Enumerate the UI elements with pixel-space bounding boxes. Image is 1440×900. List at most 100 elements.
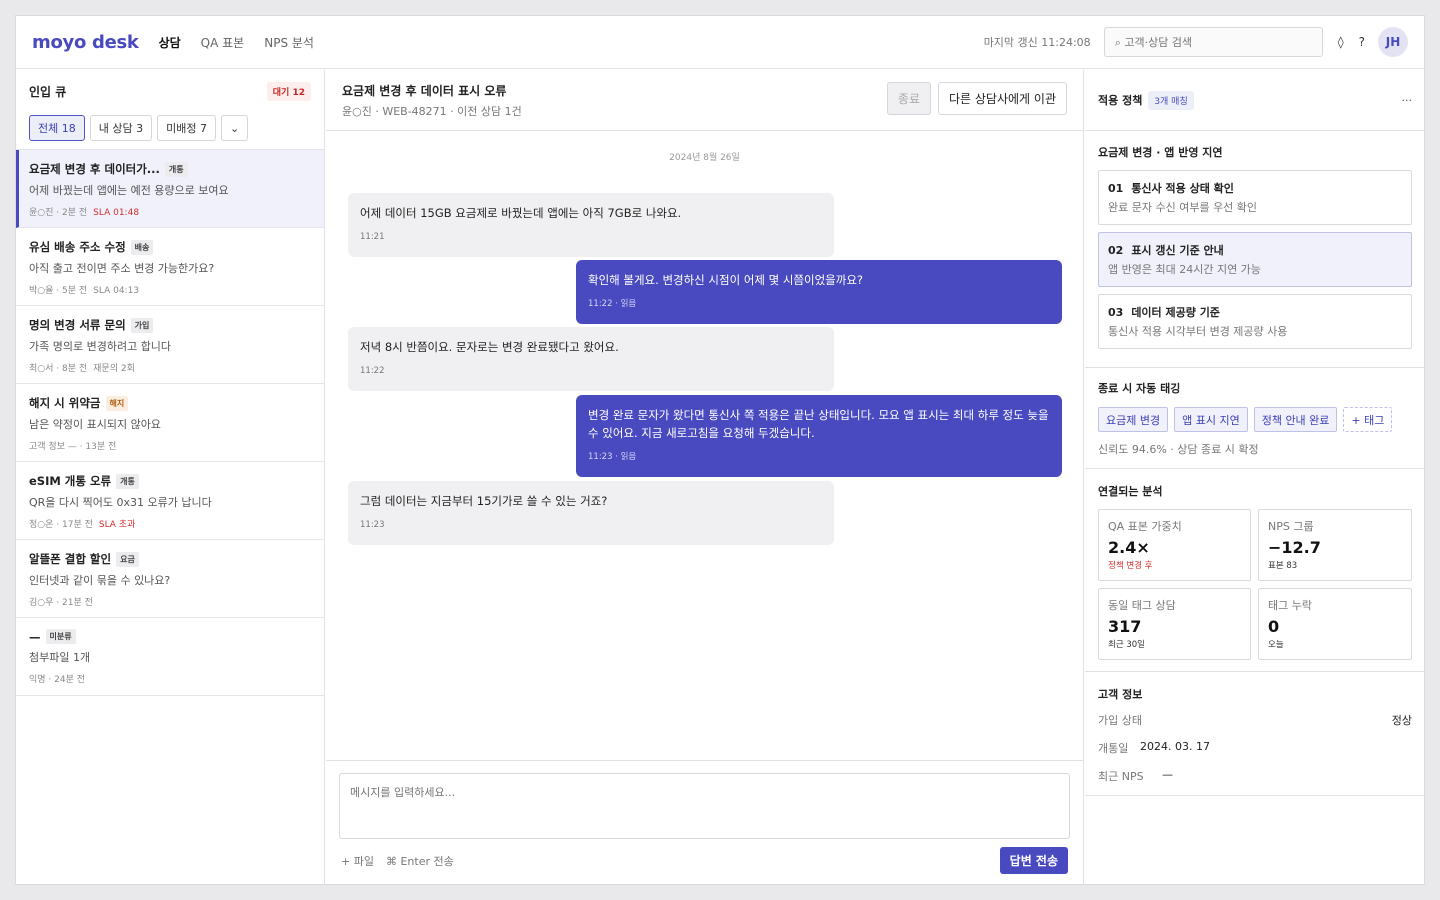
policy-header: 적용 정책 3개 매칭 ··· [1085,70,1425,131]
auto-tag[interactable]: 앱 표시 지연 [1174,407,1248,432]
queue-item-meta: 박○율 · 5분 전 [29,286,88,296]
send-shortcut-hint: ⌘ Enter 전송 [385,855,454,868]
message-outgoing: 확인해 볼게요. 변경하신 시점이 어제 몇 시쯤이었을까요? 11:22 · … [576,260,1062,324]
metric-card[interactable]: 태그 누락 0 오늘 [1258,588,1412,660]
step-number: 03 [1108,306,1124,319]
policy-section: 요금제 변경 · 앱 반영 지연 01 통신사 적용 상태 확인 완료 문자 수신… [1085,131,1425,368]
queue-item-tag: 가입 [130,317,154,333]
app-logo[interactable]: moyo desk [32,32,139,53]
customer-title: 고객 정보 [1098,688,1143,701]
queue-item-preview: 남은 약정이 표시되지 않아요 [29,418,161,431]
policy-step[interactable]: 01 통신사 적용 상태 확인 완료 문자 수신 여부를 우선 확인 [1098,170,1412,225]
queue-item[interactable]: 해지 시 위약금 해지 남은 약정이 표시되지 않아요 고객 정보 — · 13분… [16,384,324,462]
metric-note: 오늘 [1268,640,1284,650]
message-time: 11:21 [360,232,385,242]
chat-title: 요금제 변경 후 데이터 표시 오류 [342,84,507,98]
filter-unassigned[interactable]: 미배정 7 [157,115,216,141]
message-outgoing: 변경 완료 문자가 왔다면 통신사 쪽 적용은 끝난 상태입니다. 모요 앱 표… [576,395,1062,477]
queue-item-preview: 첨부파일 1개 [29,651,91,664]
customer-row: 최근 NPS — [1098,768,1412,784]
metric-value: −12.7 [1268,538,1321,557]
notification-icon[interactable]: ◊ [1338,35,1344,49]
search-input[interactable] [1114,35,1305,49]
date-separator: 2024년 8월 26일 [669,153,740,163]
customer-section: 고객 정보 가입 상태 정상 개통일 2024. 03. 17 최근 NPS — [1085,672,1425,796]
metric-card[interactable]: 동일 태그 상담 317 최근 30일 [1098,588,1251,660]
policy-step[interactable]: 02 표시 갱신 기준 안내 앱 반영은 최대 24시간 지연 가능 [1098,232,1412,287]
message-time: 11:23 [360,520,385,530]
customer-value: 2024. 03. 17 [1140,740,1210,753]
send-button[interactable]: 답변 전송 [999,847,1068,874]
queue-item[interactable]: 유심 배송 주소 수정 배송 아직 출고 전이면 주소 변경 가능한가요? 박○율… [16,228,324,306]
auto-tag[interactable]: 요금제 변경 [1098,407,1169,432]
filter-more-button[interactable]: ⌄ [220,115,249,141]
step-desc: 통신사 적용 시각부터 변경 제공량 사용 [1108,325,1288,338]
filter-all[interactable]: 전체 18 [29,115,85,141]
help-icon[interactable]: ? [1359,35,1365,49]
queue-item-preview: 인터넷과 같이 묶을 수 있나요? [29,574,171,587]
more-icon[interactable]: ··· [1402,94,1413,107]
queue-item[interactable]: — 미분류 첨부파일 1개 익명 · 24분 전 [16,618,324,696]
nav-consult[interactable]: 상담 [159,34,181,51]
metric-card[interactable]: QA 표본 가중치 2.4× 정책 변경 후 [1098,509,1251,581]
queue-item-title: 유심 배송 주소 수정 [29,240,126,254]
message-incoming: 저녁 8시 반쯤이요. 문자로는 변경 완료됐다고 왔어요. 11:22 [348,327,834,391]
chat-subtitle: 윤○진 · WEB-48271 · 이전 상담 1건 [342,105,522,118]
queue-header: 인입 큐 대기 12 전체 18 내 상담 3 미배정 7 ⌄ [16,70,324,150]
step-title: 데이터 제공량 기준 [1131,306,1220,319]
queue-item-title: — [29,629,41,644]
composer: + 파일 ⌘ Enter 전송 답변 전송 [326,760,1083,885]
queue-item[interactable]: 알뜰폰 결합 할인 요금 인터넷과 같이 묶을 수 있나요? 김○우 · 21분 … [16,540,324,618]
customer-row: 개통일 2024. 03. 17 [1098,740,1412,756]
queue-item-preview: 어제 바꿨는데 앱에는 예전 용량으로 보여요 [29,184,229,197]
customer-row: 가입 상태 정상 [1098,712,1412,728]
app-window: moyo desk 상담 QA 표본 NPS 분석 마지막 갱신 11:24:0… [15,15,1425,885]
nav-qa-sample[interactable]: QA 표본 [201,34,245,51]
step-title: 통신사 적용 상태 확인 [1131,182,1234,195]
transfer-button[interactable]: 다른 상담사에게 이관 [938,82,1067,115]
customer-value: — [1162,768,1173,781]
waiting-badge: 대기 12 [266,82,311,101]
side-panel: 적용 정책 3개 매칭 ··· 요금제 변경 · 앱 반영 지연 01 통신사 적… [1085,70,1425,885]
message-text: 저녁 8시 반쯤이요. 문자로는 변경 완료됐다고 왔어요. [360,340,619,354]
filter-mine[interactable]: 내 상담 3 [89,115,153,141]
message-text: 확인해 볼게요. 변경하신 시점이 어제 몇 시쯤이었을까요? [588,273,864,287]
policy-section-title: 요금제 변경 · 앱 반영 지연 [1098,146,1223,159]
metric-value: 0 [1268,617,1280,636]
customer-key: 가입 상태 [1098,714,1142,727]
queue-item-meta: 최○서 · 8분 전 [29,364,88,374]
queue-filters: 전체 18 내 상담 3 미배정 7 ⌄ [29,115,311,141]
analysis-title: 연결되는 분석 [1098,485,1163,498]
attach-file-button[interactable]: + 파일 [341,853,374,869]
policy-step[interactable]: 03 데이터 제공량 기준 통신사 적용 시각부터 변경 제공량 사용 [1098,294,1412,349]
message-text: 어제 데이터 15GB 요금제로 바꿨는데 앱에는 아직 7GB로 나와요. [360,206,682,220]
policy-title: 적용 정책 [1098,94,1143,107]
queue-item[interactable]: 명의 변경 서류 문의 가입 가족 명의로 변경하려고 합니다 최○서 · 8분 … [16,306,324,384]
step-desc: 앱 반영은 최대 24시간 지연 가능 [1108,263,1261,276]
customer-key: 개통일 [1098,742,1129,755]
step-title: 표시 갱신 기준 안내 [1131,244,1224,257]
message-time: 11:22 [360,366,385,376]
auto-tag[interactable]: 정책 안내 완료 [1253,407,1338,432]
metric-note: 정책 변경 후 [1108,561,1153,571]
queue-item-preview: 아직 출고 전이면 주소 변경 가능한가요? [29,262,215,275]
add-tag-button[interactable]: + 태그 [1343,407,1393,432]
avatar[interactable]: JH [1378,27,1408,57]
message-time: 11:22 · 읽음 [588,299,637,309]
message-input-box[interactable] [339,773,1070,839]
queue-item-tag: 미분류 [45,629,76,644]
nav-nps-analysis[interactable]: NPS 분석 [264,34,314,51]
customer-key: 최근 NPS [1098,770,1144,783]
metric-card[interactable]: NPS 그룹 −12.7 표본 83 [1258,509,1412,581]
message-text: 그럼 데이터는 지금부터 15기가로 쓸 수 있는 거죠? [360,494,608,508]
end-button[interactable]: 종료 [886,82,931,115]
sla-badge: SLA 초과 [98,520,136,530]
queue-item[interactable]: eSIM 개통 오류 개통 QR을 다시 찍어도 0x31 오류가 납니다 정○온… [16,462,324,540]
metric-label: QA 표본 가중치 [1108,520,1182,533]
queue-item-meta: 고객 정보 — · 13분 전 [29,442,117,452]
message-input[interactable] [350,784,1059,828]
metric-note: 표본 83 [1268,561,1298,571]
queue-item[interactable]: 요금제 변경 후 데이터가... 개통 어제 바꿨는데 앱에는 예전 용량으로 보… [16,150,324,228]
message-incoming: 그럼 데이터는 지금부터 15기가로 쓸 수 있는 거죠? 11:23 [348,481,834,545]
search-box[interactable] [1103,27,1323,57]
